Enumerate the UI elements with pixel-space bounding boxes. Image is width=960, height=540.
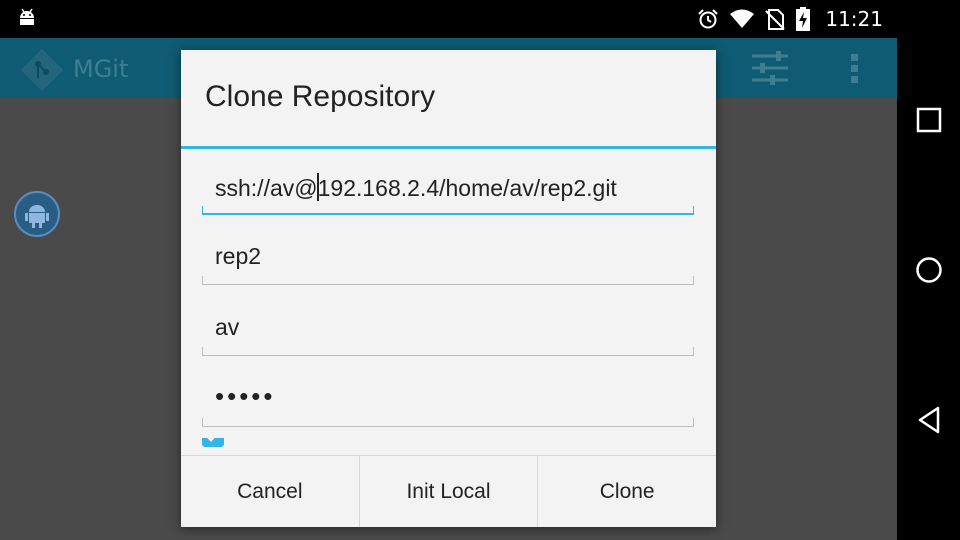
remote-url-field[interactable]: ssh://av@192.168.2.4/home/av/rep2.git xyxy=(202,165,694,215)
password-value: ••••• xyxy=(215,381,276,411)
clone-button[interactable]: Clone xyxy=(538,456,716,527)
overflow-menu-icon[interactable] xyxy=(842,48,868,88)
recents-button[interactable] xyxy=(897,90,960,150)
password-underline xyxy=(202,418,694,427)
username-value: av xyxy=(215,314,240,340)
android-icon xyxy=(25,205,49,228)
clone-repository-dialog: Clone Repository ssh://av@192.168.2.4/ho… xyxy=(181,50,716,527)
app-title: MGit xyxy=(73,55,129,83)
status-bar: 11:21 xyxy=(0,0,897,38)
repository-avatar[interactable] xyxy=(14,191,60,237)
settings-sliders-icon[interactable] xyxy=(748,48,792,88)
local-path-field[interactable]: rep2 xyxy=(202,235,694,285)
device-screen: 11:21 MGit Clone Repository ssh://av@192… xyxy=(0,0,897,540)
navigation-bar xyxy=(897,0,960,540)
wifi-icon xyxy=(730,9,755,28)
remote-url-text-after-cursor: 192.168.2.4/home/av/rep2.git xyxy=(317,175,617,201)
init-local-button[interactable]: Init Local xyxy=(360,456,539,527)
local-path-underline xyxy=(202,276,694,285)
remote-url-value: ssh://av@192.168.2.4/home/av/rep2.git xyxy=(215,173,617,202)
username-field[interactable]: av xyxy=(202,306,694,356)
status-time: 11:21 xyxy=(825,7,883,31)
recents-square-icon xyxy=(916,107,941,133)
cancel-button[interactable]: Cancel xyxy=(181,456,360,527)
back-button[interactable] xyxy=(897,390,960,450)
alarm-icon xyxy=(698,9,719,29)
home-circle-icon xyxy=(915,257,942,283)
battery-charging-icon xyxy=(796,7,811,31)
dialog-title-divider xyxy=(181,146,716,149)
username-underline xyxy=(202,347,694,356)
password-field[interactable]: ••••• xyxy=(202,377,694,427)
dialog-button-bar: Cancel Init Local Clone xyxy=(181,455,716,527)
save-credentials-checkbox[interactable] xyxy=(201,438,225,448)
back-triangle-icon xyxy=(918,406,939,434)
android-notification-icon xyxy=(20,8,34,25)
local-path-value: rep2 xyxy=(215,243,262,269)
dialog-title: Clone Repository xyxy=(205,80,436,113)
home-button[interactable] xyxy=(897,240,960,300)
remote-url-underline xyxy=(202,206,694,215)
no-sim-icon xyxy=(765,9,786,30)
mgit-logo-icon xyxy=(20,48,64,92)
remote-url-text-before-cursor: ssh://av@ xyxy=(215,175,318,201)
